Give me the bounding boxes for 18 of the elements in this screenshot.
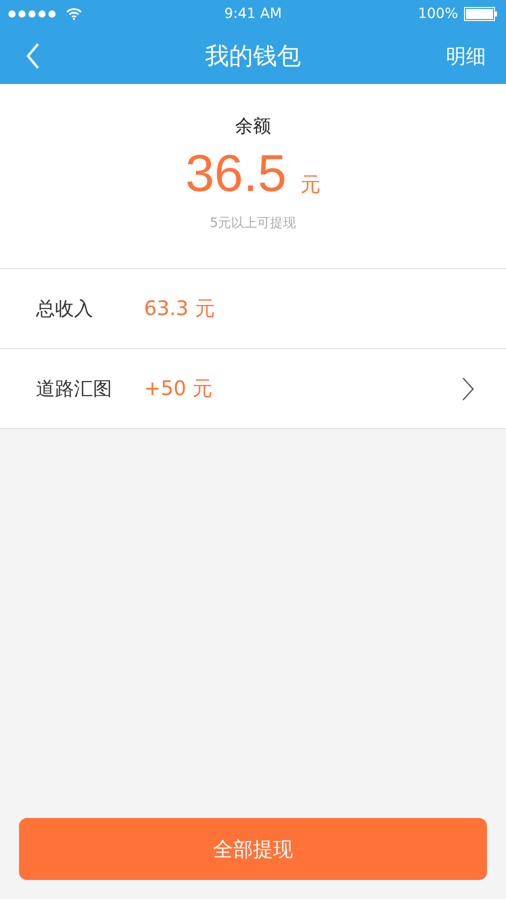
wifi-icon: [66, 8, 82, 20]
row-label: 道路汇图: [36, 376, 113, 402]
status-time: 9:41 AM: [224, 6, 282, 22]
row-value: 63.3 元: [144, 295, 216, 322]
withdraw-note: 5元以上可提现: [210, 215, 296, 232]
withdraw-all-button[interactable]: 全部提现: [19, 818, 487, 880]
page-title: 我的钱包: [205, 41, 301, 72]
back-button[interactable]: [26, 42, 40, 70]
details-link[interactable]: 明细: [446, 42, 486, 70]
battery-icon: [464, 7, 498, 21]
income-list-item[interactable]: 道路汇图 +50 元: [0, 349, 506, 429]
battery-percent: 100%: [418, 6, 458, 22]
balance-label: 余额: [235, 115, 271, 138]
row-label: 总收入: [36, 296, 94, 322]
chevron-icon: [462, 376, 474, 400]
balance-amount: 36.5: [185, 144, 287, 204]
balance-unit: 元: [300, 171, 321, 198]
row-value: +50 元: [144, 375, 214, 402]
